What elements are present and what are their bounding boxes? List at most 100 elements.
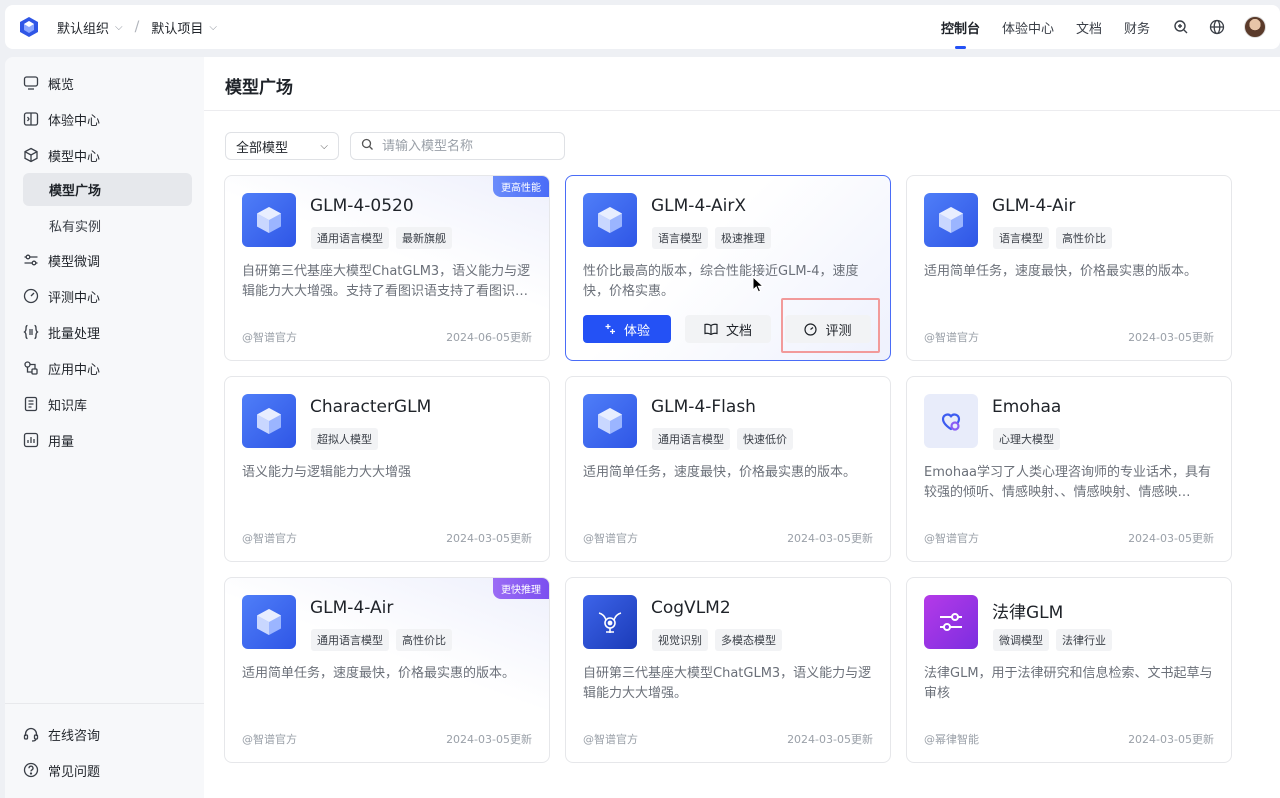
heart-icon	[924, 394, 978, 448]
model-tags: 视觉识别 多模态模型	[652, 629, 789, 651]
model-org: @智谱官方	[583, 532, 638, 545]
sparkle-icon	[604, 323, 616, 335]
search-input[interactable]	[382, 138, 552, 154]
sidebar-item-label: 体验中心	[48, 113, 101, 129]
model-card[interactable]: GLM-4-Flash 通用语言模型 快速低价 适用简单任务，速度最快，价格最实…	[565, 376, 891, 562]
model-desc: 适用简单任务，速度最快，价格最实惠的版本。	[924, 264, 1198, 279]
sliders-icon	[924, 595, 978, 649]
model-org: @智谱官方	[924, 532, 979, 545]
nav-docs[interactable]: 文档	[1076, 5, 1102, 49]
nav-console[interactable]: 控制台	[941, 5, 980, 49]
model-tags: 超拟人模型	[311, 428, 385, 450]
sidebar-item-model-center[interactable]: 模型中心	[5, 137, 192, 173]
sidebar-item-experience[interactable]: 体验中心	[5, 101, 192, 137]
globe-icon[interactable]	[1208, 18, 1226, 36]
model-desc: 法律GLM，用于法律研究和信息检索、文书起草与审核	[924, 666, 1213, 701]
sidebar-item-consult[interactable]: 在线咨询	[5, 716, 192, 752]
try-button-label: 体验	[623, 323, 650, 339]
model-name: CharacterGLM	[310, 397, 432, 417]
sidebar-item-model-square[interactable]: 模型广场	[23, 173, 192, 206]
model-card[interactable]: Emohaa 心理大模型 Emohaa学习了人类心理咨询师的专业话术，具有较强的…	[906, 376, 1232, 562]
model-date: 2024-03-05更新	[787, 733, 873, 746]
cube-icon	[23, 147, 39, 163]
cube-icon	[583, 193, 637, 247]
model-desc: 语义能力与逻辑能力大大增强	[242, 465, 412, 480]
model-name: GLM-4-Air	[310, 598, 394, 618]
book-open-icon	[704, 323, 718, 335]
eagle-icon	[583, 595, 637, 649]
docs-button[interactable]: 文档	[685, 315, 771, 343]
model-card[interactable]: 法律GLM 微调模型 法律行业 法律GLM，用于法律研究和信息检索、文书起草与审…	[906, 577, 1232, 763]
model-org: @智谱官方	[583, 733, 638, 746]
experience-icon	[23, 111, 39, 127]
mouse-cursor-icon	[752, 275, 765, 297]
model-tag: 高性价比	[1056, 227, 1112, 249]
model-tag: 法律行业	[1056, 629, 1112, 651]
model-tags: 语言模型 极速推理	[652, 227, 778, 249]
model-filter-select[interactable]: 全部模型 ⌵	[225, 132, 339, 160]
model-tag: 视觉识别	[652, 629, 708, 651]
model-date: 2024-03-05更新	[1128, 331, 1214, 344]
model-card[interactable]: GLM-4-Air 语言模型 高性价比 适用简单任务，速度最快，价格最实惠的版本…	[906, 175, 1232, 361]
sidebar-item-finetune[interactable]: 模型微调	[5, 242, 192, 278]
book-icon	[23, 396, 39, 412]
org-label: 默认组织	[57, 21, 110, 37]
model-name: 法律GLM	[992, 603, 1064, 623]
sidebar-item-overview[interactable]: 概览	[5, 65, 192, 101]
org-selector[interactable]: 默认组织 ⌵	[57, 18, 123, 37]
model-desc: 性价比最高的版本，综合性能接近GLM-4，速度快，价格实惠。	[583, 264, 859, 299]
monitor-icon	[23, 75, 39, 91]
model-card[interactable]: 更高性能 GLM-4-0520 通用语言模型 最新旗舰 自研第三代基座大模型Ch…	[224, 175, 550, 361]
sidebar-item-label: 模型微调	[48, 254, 101, 270]
card-ribbon: 更快推理	[493, 578, 549, 599]
chevron-down-icon: ⌵	[115, 21, 123, 33]
sidebar-item-private-instance[interactable]: 私有实例	[23, 209, 192, 242]
search-box[interactable]	[350, 132, 565, 160]
try-button[interactable]: 体验	[583, 315, 671, 343]
model-tag: 语言模型	[993, 227, 1049, 249]
avatar[interactable]	[1244, 16, 1266, 38]
sidebar-item-batch[interactable]: 批量处理	[5, 314, 192, 350]
project-selector[interactable]: 默认项目 ⌵	[151, 18, 217, 37]
model-desc: 适用简单任务，速度最快，价格最实惠的版本。	[583, 465, 857, 480]
model-name: Emohaa	[992, 397, 1062, 417]
cube-icon	[242, 595, 296, 649]
sidebar-item-label: 评测中心	[48, 290, 101, 306]
model-tag: 最新旗舰	[396, 227, 452, 249]
crumb-separator: /	[134, 19, 140, 35]
nav-experience[interactable]: 体验中心	[1002, 5, 1054, 49]
headset-icon	[23, 726, 39, 742]
model-org: @幂律智能	[924, 733, 979, 746]
model-card[interactable]: CharacterGLM 超拟人模型 语义能力与逻辑能力大大增强 @智谱官方 2…	[224, 376, 550, 562]
sidebar-item-label: 模型中心	[48, 149, 101, 165]
top-nav: 控制台 体验中心 文档 财务	[941, 5, 1280, 49]
sidebar-item-knowledge[interactable]: 知识库	[5, 386, 192, 422]
sidebar-item-evaluation[interactable]: 评测中心	[5, 278, 192, 314]
model-card[interactable]: CogVLM2 视觉识别 多模态模型 自研第三代基座大模型ChatGLM3，语义…	[565, 577, 891, 763]
sidebar-item-label: 批量处理	[48, 326, 101, 342]
sidebar-item-label: 应用中心	[48, 362, 101, 378]
cube-icon	[924, 193, 978, 247]
logo-icon[interactable]	[19, 17, 39, 37]
model-tags: 微调模型 法律行业	[993, 629, 1119, 651]
sidebar-item-faq[interactable]: 常见问题	[5, 752, 192, 788]
model-card[interactable]: 更快推理 GLM-4-Air 通用语言模型 高性价比 适用简单任务，速度最快，价…	[224, 577, 550, 763]
cube-icon	[242, 394, 296, 448]
project-label: 默认项目	[151, 21, 204, 37]
sidebar-item-label: 用量	[48, 434, 75, 450]
model-tag: 多模态模型	[715, 629, 782, 651]
sidebar-item-apps[interactable]: 应用中心	[5, 350, 192, 386]
chevron-down-icon: ⌵	[209, 21, 217, 33]
model-date: 2024-03-05更新	[1128, 532, 1214, 545]
model-name: GLM-4-Air	[992, 196, 1076, 216]
search-icon	[361, 138, 374, 155]
chart-icon	[23, 432, 39, 448]
sidebar-item-usage[interactable]: 用量	[5, 422, 192, 458]
support-icon[interactable]	[1172, 18, 1190, 36]
model-org: @智谱官方	[242, 532, 297, 545]
sidebar-item-label: 在线咨询	[48, 728, 101, 744]
model-desc: 自研第三代基座大模型ChatGLM3，语义能力与逻辑能力大大增强。	[583, 666, 872, 701]
model-tags: 通用语言模型 最新旗舰	[311, 227, 459, 249]
model-desc: Emohaa学习了人类心理咨询师的专业话术，具有较强的倾听、情感映射、、情感映射…	[924, 465, 1212, 500]
nav-finance[interactable]: 财务	[1124, 5, 1150, 49]
